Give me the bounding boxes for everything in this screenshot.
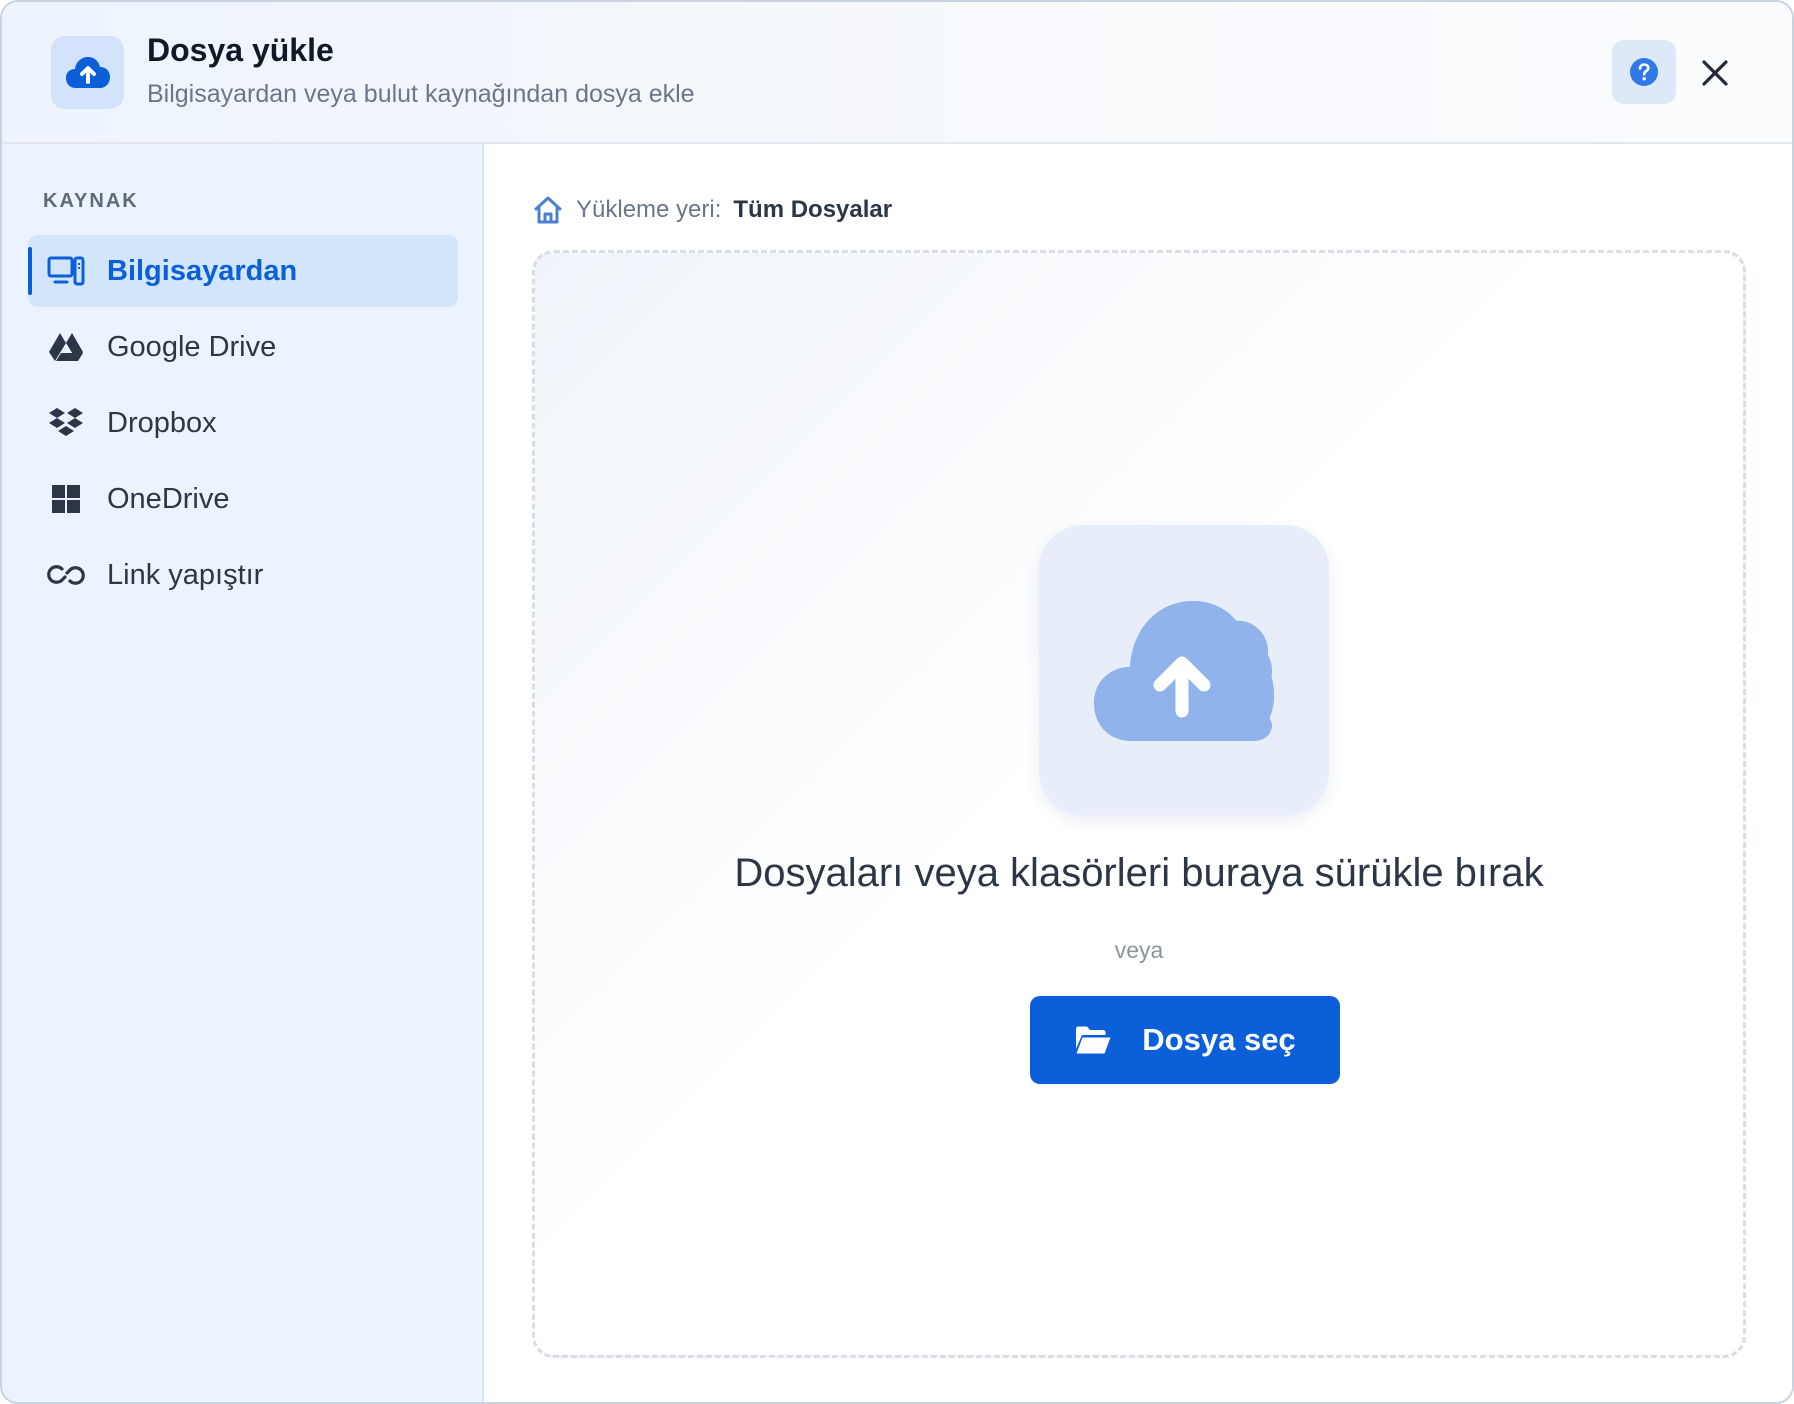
sidebar-item-label: Dropbox [107, 406, 217, 439]
folder-open-icon [1076, 1026, 1111, 1054]
cloud-upload-icon [1039, 525, 1329, 815]
file-dropzone[interactable]: Dosyaları veya klasörleri buraya sürükle… [532, 250, 1746, 1358]
upload-dialog: Dosya yükle Bilgisayardan veya bulut kay… [0, 0, 1794, 1404]
cloud-upload-icon [51, 36, 124, 109]
sidebar-item-label: Bilgisayardan [107, 254, 298, 287]
breadcrumb-location[interactable]: Tüm Dosyalar [733, 196, 892, 224]
dialog-subtitle: Bilgisayardan veya bulut kaynağından dos… [147, 80, 695, 108]
sidebar-item-label: Google Drive [107, 330, 277, 363]
sidebar-item-link[interactable]: Link yapıştır [28, 539, 458, 611]
sidebar-item-computer[interactable]: Bilgisayardan [28, 235, 458, 307]
choose-file-button[interactable]: Dosya seç [1030, 996, 1340, 1084]
choose-file-label: Dosya seç [1142, 1022, 1296, 1057]
home-icon [534, 196, 562, 224]
upload-main: Yükleme yeri: Tüm Dosyalar Dosyaları vey… [484, 144, 1792, 1402]
source-sidebar: KAYNAK Bilgisayardan Google Drive Dropbo… [2, 144, 484, 1402]
sidebar-item-dropbox[interactable]: Dropbox [28, 387, 458, 459]
link-icon [46, 555, 86, 595]
dialog-title: Dosya yükle [147, 32, 334, 68]
help-icon [1630, 58, 1658, 86]
google-drive-icon [46, 327, 86, 367]
dialog-header: Dosya yükle Bilgisayardan veya bulut kay… [2, 2, 1792, 144]
sidebar-item-onedrive[interactable]: OneDrive [28, 463, 458, 535]
onedrive-icon [46, 479, 86, 519]
sidebar-heading: KAYNAK [43, 190, 139, 212]
computer-icon [46, 251, 86, 291]
breadcrumb: Yükleme yeri: Tüm Dosyalar [532, 190, 892, 230]
sidebar-item-google-drive[interactable]: Google Drive [28, 311, 458, 383]
breadcrumb-label: Yükleme yeri: [576, 196, 722, 223]
help-button[interactable] [1612, 40, 1676, 104]
dropzone-title: Dosyaları veya klasörleri buraya sürükle… [734, 851, 1544, 895]
sidebar-item-label: OneDrive [107, 482, 230, 515]
close-button[interactable] [1686, 48, 1744, 98]
close-icon [1702, 60, 1728, 86]
sidebar-item-label: Link yapıştır [107, 558, 264, 591]
dropzone-or-text: veya [1114, 937, 1164, 963]
dropbox-icon [46, 403, 86, 443]
